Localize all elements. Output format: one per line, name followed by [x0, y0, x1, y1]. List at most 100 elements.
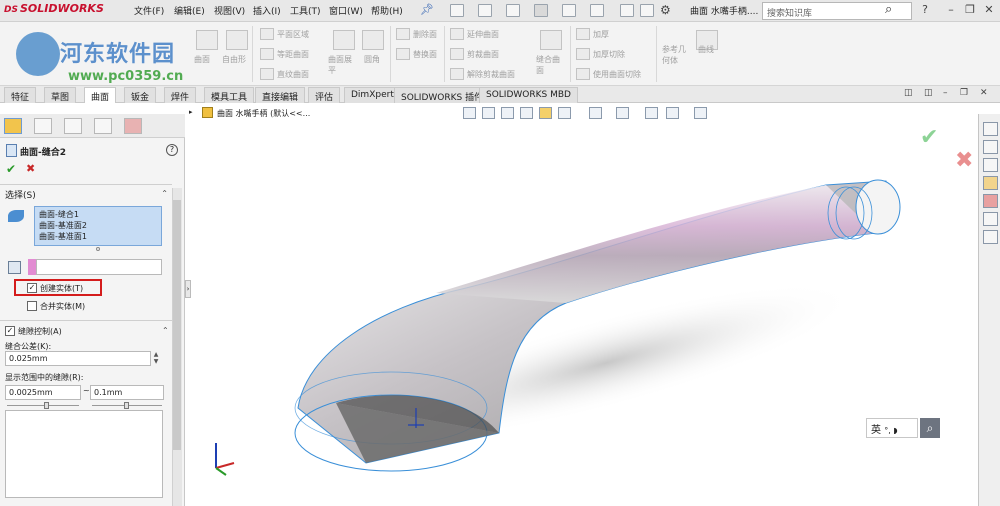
gap-range-min-input[interactable]: 0.0025mm: [5, 385, 81, 400]
forum-icon[interactable]: [983, 230, 998, 244]
menu-insert[interactable]: 插入(I): [253, 4, 281, 17]
gap-min-slider[interactable]: [44, 402, 49, 409]
menu-file[interactable]: 文件(F): [134, 4, 164, 17]
ribbon-cut-with-surface[interactable]: 使用曲面切除: [593, 69, 641, 80]
previous-view-icon[interactable]: [501, 107, 514, 119]
tab-solidworks-addins[interactable]: SOLIDWORKS 插件: [394, 87, 491, 103]
apply-scene-icon[interactable]: [666, 107, 679, 119]
untrim-surface-icon[interactable]: [450, 68, 464, 80]
ruled-surface-icon[interactable]: [260, 68, 274, 80]
gap-range-max-input[interactable]: 0.1mm: [90, 385, 164, 400]
section-view-icon[interactable]: [520, 107, 533, 119]
selection-section-header[interactable]: 选择(S) ⌃: [0, 188, 172, 202]
ok-button[interactable]: ✔: [6, 162, 16, 176]
open-folder-icon[interactable]: [478, 4, 492, 17]
panel-splitter-handle[interactable]: ›: [185, 280, 191, 298]
property-manager-tab[interactable]: [34, 118, 52, 134]
tab-direct-editing[interactable]: 直接编辑: [255, 87, 306, 103]
gap-list[interactable]: [5, 410, 163, 498]
ribbon-curves[interactable]: 曲线: [698, 44, 714, 55]
help-icon[interactable]: ?: [166, 144, 178, 156]
ribbon-offset-surface[interactable]: 等距曲面: [277, 49, 309, 60]
ribbon-trim-surface[interactable]: 剪裁曲面: [467, 49, 499, 60]
freeform-icon[interactable]: [226, 30, 248, 50]
zoom-area-icon[interactable]: [482, 107, 495, 119]
panel-scroll-thumb[interactable]: [173, 200, 181, 450]
dynamic-annotation-icon[interactable]: [539, 107, 552, 119]
tolerance-input[interactable]: 0.025mm: [5, 351, 151, 366]
tolerance-spinner[interactable]: ▲ ▼: [152, 351, 160, 366]
view-palette-icon[interactable]: [983, 176, 998, 190]
search-icon[interactable]: ⌕: [885, 3, 899, 17]
menu-window[interactable]: 窗口(W): [329, 4, 363, 17]
body-selection-field[interactable]: [36, 259, 162, 275]
chevron-up-icon[interactable]: ⌃: [161, 189, 168, 198]
panel-forward-icon[interactable]: ◫: [924, 88, 933, 98]
new-document-icon[interactable]: [450, 4, 464, 17]
ribbon-untrim-surface[interactable]: 解除剪裁曲面: [467, 69, 515, 80]
menu-view[interactable]: 视图(V): [214, 4, 245, 17]
cancel-button[interactable]: ✖: [26, 162, 35, 175]
selection-list[interactable]: 曲面-缝合1 曲面-基准面2 曲面-基准面1: [34, 206, 162, 246]
ime-indicator[interactable]: 英 °, ◗: [866, 418, 918, 438]
home-icon[interactable]: [983, 122, 998, 136]
feature-tree-root[interactable]: 曲面 水嘴手柄 (默认<<...: [217, 108, 310, 119]
ribbon-fillet[interactable]: 圆角: [364, 54, 380, 65]
tab-sheet-metal[interactable]: 钣金: [124, 87, 157, 103]
tab-mold-tools[interactable]: 模具工具: [204, 87, 255, 103]
gap-max-slider[interactable]: [124, 402, 129, 409]
surface-flatten-icon[interactable]: [333, 30, 355, 50]
view-orientation-icon[interactable]: [558, 107, 571, 119]
delete-face-icon[interactable]: [396, 28, 410, 40]
dimxpert-manager-tab[interactable]: [94, 118, 112, 134]
tab-features[interactable]: 特征: [4, 87, 37, 103]
replace-face-icon[interactable]: [396, 48, 410, 60]
tab-dimxpert[interactable]: DimXpert: [344, 87, 401, 103]
merge-entities-checkbox[interactable]: [27, 301, 37, 311]
ribbon-ruled-surface[interactable]: 直纹曲面: [277, 69, 309, 80]
undo-icon[interactable]: [562, 4, 576, 17]
surface-icon[interactable]: [196, 30, 218, 50]
doc-minimize-button[interactable]: –: [943, 88, 948, 98]
thicken-icon[interactable]: [576, 28, 590, 40]
selection-item[interactable]: 曲面-基准面2: [39, 220, 157, 231]
close-button[interactable]: ✕: [982, 3, 996, 16]
ribbon-thicken[interactable]: 加厚: [593, 29, 609, 40]
palette-icon[interactable]: [983, 194, 998, 208]
help-question-icon[interactable]: ?: [918, 3, 932, 16]
trim-surface-icon[interactable]: [450, 48, 464, 60]
knit-surface-icon[interactable]: [540, 30, 562, 50]
tab-surfaces[interactable]: 曲面: [84, 87, 117, 103]
confirm-cancel-icon[interactable]: ✖: [955, 148, 973, 173]
folder-icon[interactable]: [983, 158, 998, 172]
thicken-cut-icon[interactable]: [576, 48, 590, 60]
display-style-icon[interactable]: [589, 107, 602, 119]
save-icon[interactable]: [506, 4, 520, 17]
create-solid-checkbox[interactable]: ✓: [27, 283, 37, 293]
selection-item[interactable]: 曲面-基准面1: [39, 231, 157, 242]
ribbon-delete-face[interactable]: 删除面: [413, 29, 437, 40]
ribbon-thicken-cut[interactable]: 加厚切除: [593, 49, 625, 60]
fillet-icon[interactable]: [362, 30, 384, 50]
selection-item[interactable]: 曲面-缝合1: [39, 209, 157, 220]
gap-control-checkbox[interactable]: ✓: [5, 326, 15, 336]
zoom-to-fit-icon[interactable]: [463, 107, 476, 119]
ribbon-extend-surface[interactable]: 延伸曲面: [467, 29, 499, 40]
configuration-manager-tab[interactable]: [64, 118, 82, 134]
view-settings-icon[interactable]: [694, 107, 707, 119]
tab-weldments[interactable]: 焊件: [164, 87, 197, 103]
design-library-icon[interactable]: [983, 140, 998, 154]
tab-solidworks-mbd[interactable]: SOLIDWORKS MBD: [479, 87, 578, 103]
planar-surface-icon[interactable]: [260, 28, 274, 40]
resize-handle[interactable]: [96, 247, 100, 251]
panel-back-icon[interactable]: ◫: [904, 88, 913, 98]
menu-tools[interactable]: 工具(T): [290, 4, 321, 17]
offset-surface-icon[interactable]: [260, 48, 274, 60]
ribbon-knit-surface[interactable]: 缝合曲面: [536, 54, 566, 76]
pin-icon[interactable]: 📌︎: [420, 3, 434, 16]
minimize-button[interactable]: –: [944, 3, 958, 16]
restore-button[interactable]: ❐: [963, 3, 977, 16]
doc-restore-button[interactable]: ❐: [960, 88, 968, 98]
feature-manager-tab[interactable]: [4, 118, 22, 134]
gear-icon[interactable]: ⚙: [660, 3, 671, 17]
